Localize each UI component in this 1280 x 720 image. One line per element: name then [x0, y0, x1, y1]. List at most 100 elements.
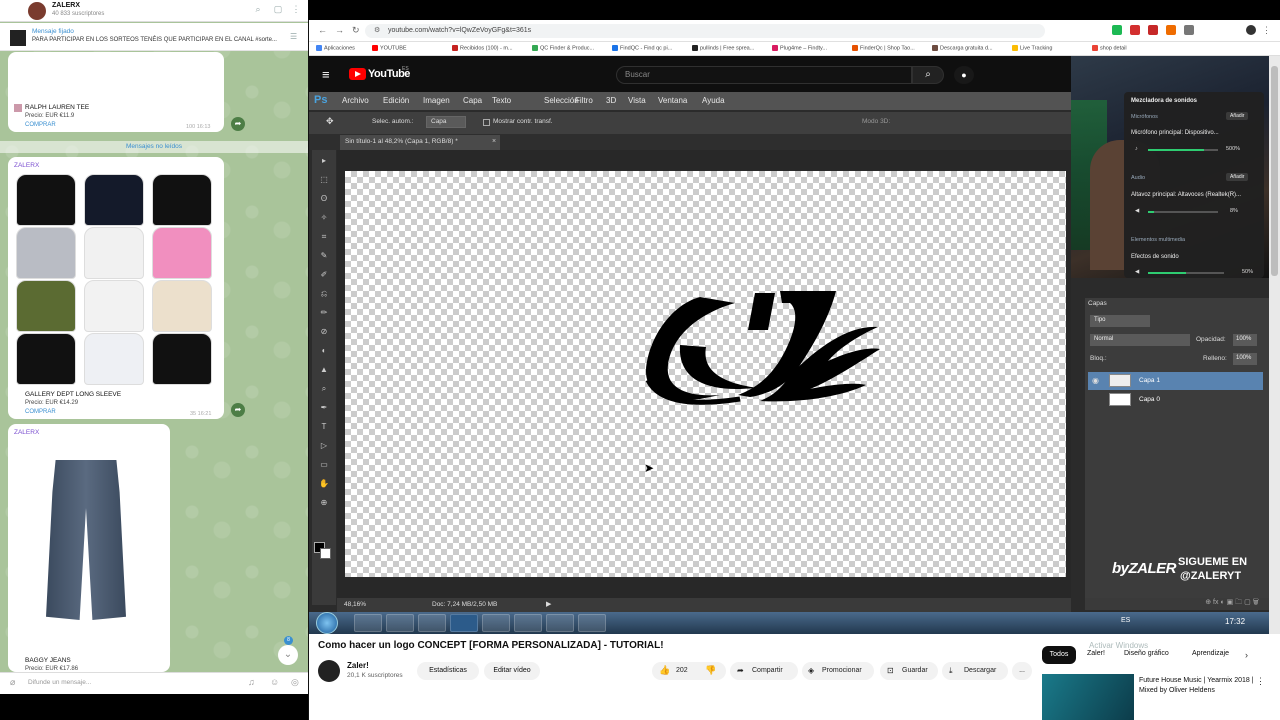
- stats-button[interactable]: Estadísticas: [417, 662, 479, 680]
- close-tab-icon[interactable]: ×: [492, 138, 496, 145]
- move-tool-icon[interactable]: ✥: [326, 116, 334, 127]
- bookmark-item[interactable]: Descarga gratuita d...: [932, 45, 993, 51]
- shirt-thumbnail[interactable]: [84, 333, 144, 385]
- tool-icon[interactable]: ✎: [318, 251, 330, 261]
- chip-all[interactable]: Todos: [1042, 646, 1076, 664]
- menu-capa[interactable]: Capa: [463, 96, 482, 105]
- profile-avatar[interactable]: [1246, 25, 1256, 35]
- forward-icon[interactable]: →: [335, 25, 344, 35]
- add-mic-button[interactable]: Añadir: [1226, 112, 1249, 120]
- tool-icon[interactable]: ✏: [318, 308, 330, 318]
- recommended-thumbnail[interactable]: [1042, 674, 1134, 720]
- taskbar-app-photoshop[interactable]: [450, 614, 478, 632]
- add-audio-button[interactable]: Añadir: [1226, 173, 1249, 181]
- url-text[interactable]: youtube.com/watch?v=lQwZeVoyGFg&t=361s: [388, 27, 531, 34]
- layer-name[interactable]: Capa 0: [1139, 396, 1160, 403]
- tool-icon[interactable]: ⬚: [318, 175, 330, 185]
- menu-ventana[interactable]: Ventana: [658, 96, 687, 105]
- tool-icon[interactable]: ✐: [318, 270, 330, 280]
- taskbar-app-explorer[interactable]: [354, 614, 382, 632]
- taskbar-app-chat[interactable]: [578, 614, 606, 632]
- browser-menu-icon[interactable]: ⋮: [1262, 25, 1271, 36]
- share-icon[interactable]: ➦: [231, 117, 245, 131]
- speaker-icon[interactable]: ◀: [1135, 208, 1139, 214]
- emoji-icon[interactable]: ☺: [270, 677, 279, 687]
- menu-texto[interactable]: Texto: [492, 96, 511, 105]
- tool-icon[interactable]: ⎌: [318, 289, 330, 299]
- taskbar-app-firefox[interactable]: [418, 614, 446, 632]
- show-transform-label[interactable]: Mostrar contr. transf.: [493, 118, 553, 125]
- shirt-thumbnail[interactable]: [16, 333, 76, 385]
- chat-icon[interactable]: ▢: [272, 4, 284, 16]
- search-input[interactable]: [616, 66, 912, 84]
- tool-icon[interactable]: ⌕: [318, 384, 330, 394]
- scroll-down-icon[interactable]: ⌄: [278, 645, 298, 665]
- document-tab-title[interactable]: Sin título-1 al 48,2% (Capa 1, RGB/8) *: [345, 138, 458, 145]
- bookmark-item[interactable]: pullinds | Free sprea...: [692, 45, 754, 51]
- search-icon[interactable]: ⌕: [252, 4, 264, 16]
- extension-icon[interactable]: [1148, 25, 1158, 35]
- taskbar-app-excel[interactable]: [482, 614, 510, 632]
- chip-learning[interactable]: Aprendizaje: [1192, 650, 1229, 657]
- menu-ayuda[interactable]: Ayuda: [702, 96, 725, 105]
- puzzle-icon[interactable]: [1184, 25, 1194, 35]
- search-icon[interactable]: ⌕: [912, 66, 944, 84]
- transform-checkbox[interactable]: [483, 119, 490, 126]
- tool-icon[interactable]: ▷: [318, 441, 330, 451]
- layers-tab[interactable]: Capas: [1088, 300, 1107, 307]
- channel-avatar[interactable]: [28, 2, 46, 20]
- bookmark-item[interactable]: YOUTUBE: [372, 45, 407, 51]
- buy-link[interactable]: COMPRAR: [25, 409, 56, 415]
- audio-slider-track[interactable]: [1148, 211, 1218, 213]
- scrollbar-thumb[interactable]: [1271, 66, 1278, 276]
- shirt-thumbnail[interactable]: [84, 174, 144, 226]
- site-info-icon[interactable]: ⚙: [374, 26, 380, 34]
- chip-graphic-design[interactable]: Diseño gráfico: [1124, 650, 1169, 657]
- tool-icon[interactable]: ◐: [318, 346, 330, 356]
- mic-slider-track[interactable]: [1148, 149, 1218, 151]
- layer-name[interactable]: Capa 1: [1139, 377, 1160, 384]
- buy-link[interactable]: COMPRAR: [25, 122, 56, 128]
- bookmark-item[interactable]: Aplicaciones: [316, 45, 355, 51]
- menu-3d[interactable]: 3D: [606, 96, 616, 105]
- background-color-swatch[interactable]: [320, 548, 331, 559]
- clock[interactable]: 17:32: [1225, 617, 1245, 626]
- logo-artwork[interactable]: [640, 285, 885, 410]
- message-sender[interactable]: ZALERX: [14, 162, 39, 169]
- blend-mode-select[interactable]: Normal: [1090, 334, 1190, 346]
- bell-icon[interactable]: ♫: [248, 677, 255, 687]
- bookmark-item[interactable]: shop detail: [1092, 45, 1127, 51]
- menu-vista[interactable]: Vista: [628, 96, 646, 105]
- hamburger-menu-icon[interactable]: ≡: [322, 67, 330, 82]
- play-icon[interactable]: ▶: [546, 600, 551, 608]
- edit-video-button[interactable]: Editar vídeo: [484, 662, 540, 680]
- fill-input[interactable]: 100%: [1233, 353, 1257, 365]
- tool-icon[interactable]: ▲: [318, 365, 330, 375]
- back-icon[interactable]: ←: [318, 25, 327, 35]
- more-icon[interactable]: ⋮: [1256, 676, 1265, 687]
- menu-seleccion[interactable]: Selección: [544, 96, 579, 105]
- zoom-level[interactable]: 48,16%: [344, 601, 366, 608]
- tool-icon[interactable]: ▸: [318, 156, 330, 166]
- channel-name[interactable]: Zaler!: [347, 661, 369, 670]
- menu-edicion[interactable]: Edición: [383, 96, 409, 105]
- pin-list-icon[interactable]: ☰: [290, 32, 297, 41]
- bookmark-item[interactable]: FinderQc | Shop Tao...: [852, 45, 915, 51]
- taskbar-app-media[interactable]: [386, 614, 414, 632]
- opacity-input[interactable]: 100%: [1233, 334, 1257, 346]
- menu-filtro[interactable]: Filtro: [575, 96, 593, 105]
- channel-avatar[interactable]: [318, 660, 340, 682]
- menu-imagen[interactable]: Imagen: [423, 96, 450, 105]
- dislike-icon[interactable]: 👎: [705, 665, 716, 676]
- recommended-title[interactable]: Future House Music | Yearmix 2018 | Mixe…: [1139, 676, 1269, 696]
- tool-icon[interactable]: ✋: [318, 479, 330, 489]
- start-button[interactable]: [316, 612, 338, 634]
- shirt-thumbnail[interactable]: [152, 227, 212, 279]
- more-actions-button[interactable]: ...: [1012, 662, 1032, 680]
- chip-channel[interactable]: Zaler!: [1087, 650, 1105, 657]
- chevron-right-icon[interactable]: ›: [1245, 650, 1248, 660]
- auto-select-label[interactable]: Selec. autom.:: [372, 118, 414, 125]
- share-icon[interactable]: ➦: [231, 403, 245, 417]
- shirt-thumbnail[interactable]: [16, 227, 76, 279]
- taskbar-app-excel2[interactable]: [514, 614, 542, 632]
